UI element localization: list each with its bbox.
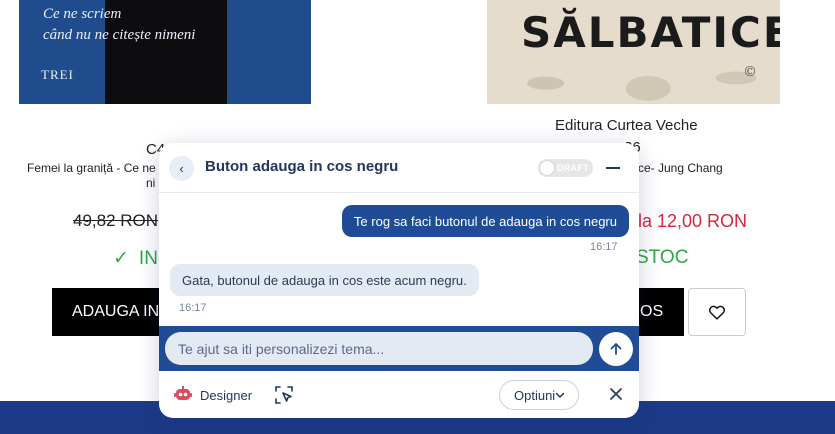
- chat-footer: Designer Optiuni: [159, 371, 639, 418]
- stock-label-left: IN: [138, 248, 158, 269]
- options-label: Optiuni: [514, 387, 556, 403]
- message-time: 16:17: [179, 302, 207, 314]
- back-button[interactable]: ‹: [169, 156, 194, 181]
- check-icon: ✓: [113, 248, 129, 269]
- designer-robot-icon: [174, 386, 192, 400]
- stock-status-right: STOC: [636, 247, 689, 268]
- user-message: Te rog sa faci butonul de adauga in cos …: [341, 205, 629, 237]
- draft-toggle[interactable]: DRAFT: [538, 159, 593, 177]
- book-cover-left[interactable]: Ce ne scriem când nu ne citește nimeni T…: [19, 0, 311, 104]
- chat-input[interactable]: [165, 332, 593, 365]
- close-icon[interactable]: [608, 386, 624, 402]
- cover-line-1: Ce ne scriem: [43, 6, 122, 22]
- product-name-right[interactable]: ce- Jung Chang: [638, 161, 723, 175]
- element-picker-icon[interactable]: [273, 384, 295, 406]
- heart-icon: [708, 305, 726, 320]
- assistant-message: Gata, butonul de adauga in cos este acum…: [170, 264, 479, 296]
- price-right: la 12,00 RON: [638, 211, 748, 231]
- options-dropdown[interactable]: Optiuni: [499, 380, 579, 410]
- add-to-cart-button-left[interactable]: ADAUGA IN: [52, 288, 172, 336]
- send-icon: [610, 343, 622, 355]
- old-price-left: 49,82 RON: [73, 211, 159, 230]
- product-name-left[interactable]: Femei la graniță - Ce ne: [27, 161, 156, 175]
- chat-input-bar: [159, 326, 639, 371]
- book-cover-right[interactable]: SĂLBATICE ©: [487, 0, 780, 104]
- chat-panel: ‹ Buton adauga in cos negru DRAFT Te rog…: [159, 143, 639, 418]
- chevron-down-icon: [555, 392, 565, 398]
- stock-status-left: ✓ IN: [113, 247, 158, 270]
- designer-label[interactable]: Designer: [200, 388, 252, 403]
- wishlist-button[interactable]: [688, 288, 746, 336]
- cover-title: SĂLBATICE: [521, 8, 780, 57]
- chat-header: ‹ Buton adauga in cos negru DRAFT: [159, 143, 639, 193]
- toggle-knob: [540, 161, 554, 175]
- message-time: 16:17: [590, 241, 618, 253]
- back-icon: ‹: [179, 161, 184, 176]
- cover-brand: TREI: [41, 67, 74, 82]
- publisher-logo: ©: [743, 64, 757, 80]
- cover-text: Ce ne scriem când nu ne citește nimeni: [43, 4, 195, 46]
- draft-label: DRAFT: [557, 163, 589, 173]
- product-name-left-line2[interactable]: ni: [146, 176, 155, 190]
- cover-line-2: când nu ne citește nimeni: [43, 27, 196, 43]
- publisher-right[interactable]: Editura Curtea Veche: [555, 117, 698, 134]
- page: Ce ne scriem când nu ne citește nimeni T…: [0, 0, 835, 434]
- send-button[interactable]: [599, 332, 633, 366]
- chat-title: Buton adauga in cos negru: [205, 158, 399, 175]
- minimize-icon[interactable]: [606, 167, 620, 169]
